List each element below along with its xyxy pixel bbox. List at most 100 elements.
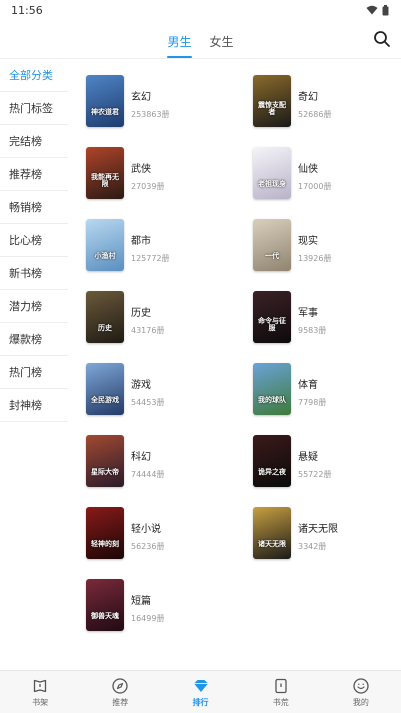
category-name: 体育 [298, 380, 318, 391]
category-cover-image: 小渔村 [86, 219, 124, 271]
nav-profile-label: 我的 [352, 697, 369, 707]
nav-recommend[interactable]: 推荐 [80, 671, 160, 713]
category-info: 历史 43176册 [131, 291, 164, 336]
category-item[interactable]: 轻神的刻 轻小说 56236册 [86, 507, 253, 579]
category-info: 短篇 16499册 [131, 579, 164, 624]
category-book-count: 7798册 [298, 398, 327, 407]
category-book-count: 43176册 [131, 326, 165, 335]
cover-title: 诡异之夜 [258, 468, 286, 477]
category-item[interactable]: 震惊支配者 奇幻 52686册 [253, 75, 386, 147]
category-book-count: 17000册 [298, 182, 332, 191]
sidebar-item-hot-tags[interactable]: 热门标签 [0, 92, 68, 125]
sidebar-item-viral[interactable]: 爆款榜 [0, 323, 68, 356]
category-info: 现实 13926册 [298, 219, 331, 264]
cover-title: 轻神的刻 [91, 540, 119, 549]
sidebar-item-heart[interactable]: 比心榜 [0, 224, 68, 257]
category-info: 武侠 27039册 [131, 147, 164, 192]
category-grid: 神农道君 玄幻 253863册 震惊支配者 奇幻 52686册 我能再无限 武侠 27039册 老… [86, 75, 386, 651]
sidebar-item-popular[interactable]: 热门榜 [0, 356, 68, 389]
category-item[interactable]: 我的球队 体育 7798册 [253, 363, 386, 435]
category-item[interactable]: 小渔村 都市 125772册 [86, 219, 253, 291]
bookshelf-icon [33, 679, 47, 692]
category-name: 现实 [298, 236, 318, 247]
book-icon [275, 678, 287, 693]
category-name: 历史 [131, 308, 151, 319]
category-cover-image: 一代 [253, 219, 291, 271]
bottom-nav: 书架 推荐 排行 书荒 我的 [0, 670, 401, 713]
cover-title: 星际大帝 [91, 468, 119, 477]
cover-title: 御兽天魂 [91, 612, 119, 621]
cover-title: 命令与征服 [258, 316, 286, 333]
tab-male[interactable]: 男生 [167, 22, 192, 58]
category-cover-image: 我的球队 [253, 363, 291, 415]
category-book-count: 16499册 [131, 614, 165, 623]
cover-title: 小渔村 [94, 252, 116, 261]
category-cover-image: 全民游戏 [86, 363, 124, 415]
sidebar-item-potential[interactable]: 潜力榜 [0, 290, 68, 323]
category-item[interactable]: 我能再无限 武侠 27039册 [86, 147, 253, 219]
category-cover-image: 老祖现身 [253, 147, 291, 199]
cover-title: 历史 [98, 324, 112, 333]
nav-bookshelf-label: 书架 [32, 697, 49, 707]
category-item[interactable]: 御兽天魂 短篇 16499册 [86, 579, 253, 651]
category-name: 军事 [298, 308, 318, 319]
nav-ranking[interactable]: 排行 [160, 671, 240, 713]
category-book-count: 54453册 [131, 398, 165, 407]
status-time: 11:56 [11, 3, 43, 17]
top-bar: 男生 女生 [0, 22, 401, 58]
category-item[interactable]: 一代 现实 13926册 [253, 219, 386, 291]
wifi-icon [366, 5, 378, 15]
nav-bookshelf[interactable]: 书架 [0, 671, 80, 713]
category-name: 轻小说 [131, 524, 161, 535]
cover-title: 神农道君 [91, 108, 119, 117]
cover-title: 全民游戏 [91, 396, 119, 405]
category-info: 仙侠 17000册 [298, 147, 331, 192]
category-book-count: 56236册 [131, 542, 165, 551]
category-info: 诸天无限 3342册 [298, 507, 338, 552]
category-info: 悬疑 55722册 [298, 435, 331, 480]
category-info: 奇幻 52686册 [298, 75, 331, 120]
search-icon[interactable] [373, 30, 391, 48]
smile-icon [353, 677, 369, 694]
category-item[interactable]: 命令与征服 军事 9583册 [253, 291, 386, 363]
category-info: 游戏 54453册 [131, 363, 164, 408]
category-cover-image: 神农道君 [86, 75, 124, 127]
category-item[interactable]: 诡异之夜 悬疑 55722册 [253, 435, 386, 507]
category-name: 仙侠 [298, 164, 318, 175]
category-info: 体育 7798册 [298, 363, 326, 408]
category-cover-image: 我能再无限 [86, 147, 124, 199]
category-item[interactable]: 老祖现身 仙侠 17000册 [253, 147, 386, 219]
category-item[interactable]: 全民游戏 游戏 54453册 [86, 363, 253, 435]
cover-title: 诸天无限 [258, 540, 286, 549]
battery-icon [382, 4, 389, 15]
category-book-count: 9583册 [298, 326, 327, 335]
sidebar-item-all[interactable]: 全部分类 [0, 59, 68, 92]
category-book-count: 253863册 [131, 110, 170, 119]
category-item[interactable]: 神农道君 玄幻 253863册 [86, 75, 253, 147]
category-info: 军事 9583册 [298, 291, 326, 336]
sidebar-item-new[interactable]: 新书榜 [0, 257, 68, 290]
category-item[interactable]: 诸天无限 诸天无限 3342册 [253, 507, 386, 579]
category-info: 玄幻 253863册 [131, 75, 170, 120]
nav-ranking-label: 排行 [192, 697, 209, 707]
category-book-count: 27039册 [131, 182, 165, 191]
category-name: 短篇 [131, 596, 151, 607]
sidebar-item-recommended[interactable]: 推荐榜 [0, 158, 68, 191]
category-cover-image: 御兽天魂 [86, 579, 124, 631]
sidebar-item-legend[interactable]: 封神榜 [0, 389, 68, 422]
sidebar-item-completed[interactable]: 完结榜 [0, 125, 68, 158]
diamond-icon [193, 679, 208, 692]
cover-title: 老祖现身 [258, 180, 286, 189]
nav-recommend-label: 推荐 [112, 697, 129, 707]
nav-book-shortage[interactable]: 书荒 [241, 671, 321, 713]
ranking-sidebar: 全部分类 热门标签 完结榜 推荐榜 畅销榜 比心榜 新书榜 潜力榜 爆款榜 热门… [0, 59, 68, 422]
nav-profile[interactable]: 我的 [321, 671, 401, 713]
status-bar: 11:56 [0, 0, 401, 20]
status-icons [366, 4, 389, 16]
category-item[interactable]: 历史 历史 43176册 [86, 291, 253, 363]
category-item[interactable]: 星际大帝 科幻 74444册 [86, 435, 253, 507]
tab-female[interactable]: 女生 [210, 22, 234, 58]
category-info: 科幻 74444册 [131, 435, 164, 480]
category-name: 玄幻 [131, 92, 151, 103]
sidebar-item-bestseller[interactable]: 畅销榜 [0, 191, 68, 224]
